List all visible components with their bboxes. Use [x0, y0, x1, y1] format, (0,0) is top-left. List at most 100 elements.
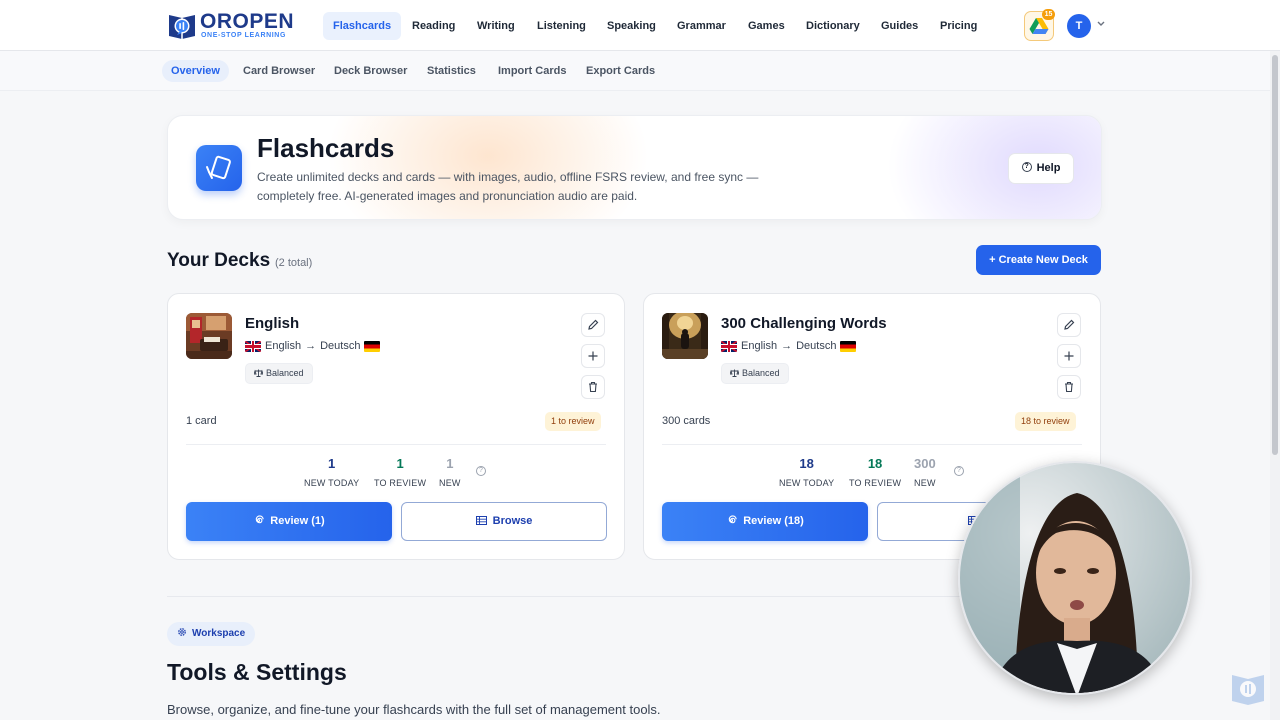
- arrow-right-icon: →: [305, 340, 317, 352]
- subnav-overview[interactable]: Overview: [162, 60, 229, 82]
- stat-to-review-label: TO REVIEW: [849, 478, 902, 488]
- brand-watermark-logo: [1230, 669, 1266, 707]
- deck-name[interactable]: English: [245, 315, 299, 332]
- stat-new-label: NEW: [914, 478, 936, 488]
- stat-new-today-value: 18: [799, 456, 814, 471]
- add-card-button[interactable]: [581, 344, 605, 368]
- nav-grammar[interactable]: Grammar: [677, 12, 726, 40]
- decks-total-count: (2 total): [275, 257, 313, 269]
- delete-deck-button[interactable]: [581, 375, 605, 399]
- deck-name[interactable]: 300 Challenging Words: [721, 315, 887, 332]
- top-navigation: OROPEN ONE-STOP LEARNING Flashcards Read…: [0, 0, 1280, 51]
- subnav-deck-browser[interactable]: Deck Browser: [334, 60, 407, 82]
- review-button-label: Review (1): [270, 515, 325, 527]
- stat-new-value: 300: [914, 456, 936, 471]
- user-avatar[interactable]: T: [1067, 14, 1091, 38]
- workspace-label: Workspace: [192, 628, 246, 639]
- deck-language-pair: English → Deutsch: [721, 340, 857, 352]
- review-deck-button[interactable]: Review (1): [186, 502, 392, 541]
- browse-deck-button[interactable]: Browse: [401, 502, 607, 541]
- trash-icon: [589, 381, 597, 393]
- deck-mode-tag: Balanced: [721, 363, 789, 384]
- nav-flashcards[interactable]: Flashcards: [323, 12, 402, 40]
- logo-book-icon: [169, 15, 195, 39]
- edit-deck-button[interactable]: [581, 313, 605, 337]
- deck-lang-from: English: [265, 340, 302, 352]
- stat-new: 300 NEW: [914, 456, 936, 490]
- chevron-down-icon[interactable]: [1097, 19, 1105, 29]
- page-scrollbar-thumb[interactable]: [1272, 55, 1278, 455]
- flashcards-icon: [196, 145, 242, 191]
- germany-flag-icon: [364, 340, 381, 352]
- balance-scale-icon: [729, 369, 740, 377]
- subnav-export-cards[interactable]: Export Cards: [586, 60, 655, 82]
- nav-games[interactable]: Games: [748, 12, 785, 40]
- drive-count-badge: 15: [1042, 9, 1055, 20]
- stat-new: 1 NEW: [439, 456, 461, 490]
- subnav-statistics[interactable]: Statistics: [427, 60, 476, 82]
- flashcards-subnav: Overview Card Browser Deck Browser Stati…: [0, 51, 1270, 91]
- brand-logo[interactable]: OROPEN ONE-STOP LEARNING: [167, 9, 299, 43]
- deck-language-pair: English → Deutsch: [245, 340, 381, 352]
- nav-speaking[interactable]: Speaking: [607, 12, 656, 40]
- pencil-icon: [1064, 319, 1075, 330]
- page-title: Flashcards: [257, 133, 395, 163]
- add-card-button[interactable]: [1057, 344, 1081, 368]
- nav-writing[interactable]: Writing: [477, 12, 515, 40]
- trash-icon: [1065, 381, 1073, 393]
- stat-new-today-value: 1: [328, 456, 336, 471]
- browse-button-label: Browse: [492, 515, 533, 527]
- deck-thumbnail: [186, 313, 232, 359]
- help-button[interactable]: ? Help: [1008, 153, 1074, 184]
- stat-to-review: 18 TO REVIEW: [849, 456, 901, 490]
- brand-name: OROPEN: [200, 10, 295, 33]
- deck-lang-to: Deutsch: [796, 340, 837, 352]
- deck-card-count: 300 cards: [662, 415, 711, 427]
- nav-listening[interactable]: Listening: [537, 12, 586, 40]
- stat-to-review-value: 18: [867, 456, 883, 471]
- to-review-badge: 1 to review: [545, 412, 601, 431]
- plus-icon: [588, 351, 598, 361]
- delete-deck-button[interactable]: [1057, 375, 1081, 399]
- uk-flag-icon: [721, 340, 737, 352]
- subnav-card-browser[interactable]: Card Browser: [243, 60, 315, 82]
- stat-new-today: 18 NEW TODAY: [779, 456, 834, 490]
- workspace-pill: Workspace: [167, 622, 256, 646]
- to-review-badge: 18 to review: [1015, 412, 1076, 431]
- deck-card[interactable]: English English → Deutsch Balanced 1 car…: [167, 293, 625, 560]
- divider: [186, 444, 606, 445]
- deck-mode-tag: Balanced: [245, 363, 313, 384]
- stats-help-icon[interactable]: ?: [954, 466, 964, 476]
- stat-to-review-label: TO REVIEW: [374, 478, 427, 488]
- help-circle-icon: ?: [1021, 162, 1032, 173]
- tools-section-title: Tools & Settings: [167, 659, 347, 685]
- flashcards-hero-banner: Flashcards Create unlimited decks and ca…: [167, 115, 1102, 220]
- nav-pricing[interactable]: Pricing: [940, 12, 977, 40]
- stats-help-icon[interactable]: ?: [476, 466, 486, 476]
- help-label: Help: [1036, 162, 1061, 174]
- presenter-video: [958, 461, 1192, 695]
- edit-deck-button[interactable]: [1057, 313, 1081, 337]
- gear-icon: [178, 628, 186, 637]
- arrow-right-icon: →: [781, 340, 793, 352]
- create-new-deck-button[interactable]: + Create New Deck: [976, 245, 1101, 275]
- table-icon: [475, 515, 487, 525]
- balance-scale-icon: [253, 369, 264, 377]
- deck-card-count: 1 card: [186, 415, 217, 427]
- deck-thumbnail: [662, 313, 708, 359]
- stat-to-review-value: 1: [396, 456, 404, 471]
- subnav-import-cards[interactable]: Import Cards: [498, 60, 566, 82]
- stat-new-label: NEW: [439, 478, 461, 488]
- nav-guides[interactable]: Guides: [881, 12, 918, 40]
- germany-flag-icon: [840, 340, 857, 352]
- pencil-icon: [588, 319, 599, 330]
- nav-dictionary[interactable]: Dictionary: [806, 12, 860, 40]
- deck-lang-to: Deutsch: [320, 340, 361, 352]
- tools-section-description: Browse, organize, and fine-tune your fla…: [167, 702, 661, 717]
- nav-reading[interactable]: Reading: [412, 12, 455, 40]
- divider: [662, 444, 1082, 445]
- brand-tagline: ONE-STOP LEARNING: [201, 32, 287, 39]
- review-deck-button[interactable]: Review (18): [662, 502, 868, 541]
- stat-new-today-label: NEW TODAY: [779, 478, 835, 488]
- plus-icon: [1064, 351, 1074, 361]
